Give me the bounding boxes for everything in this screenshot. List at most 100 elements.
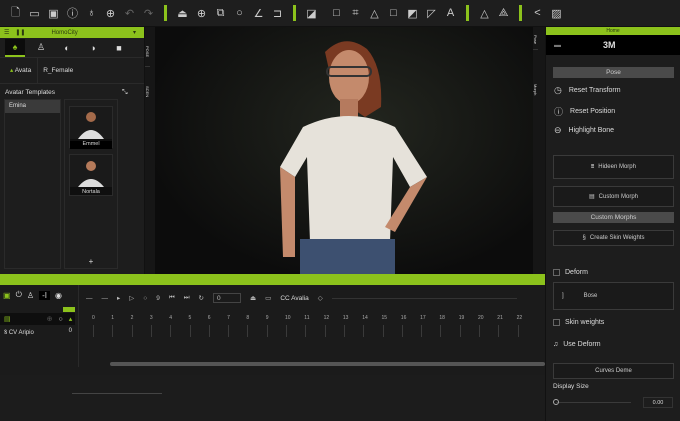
tab-camera[interactable]: ■ — [109, 39, 129, 57]
track-row[interactable]: ꝸ CV Aripio 0 — [4, 328, 72, 336]
hidden-morph-button[interactable]: ⩩ Hideen Morph — [553, 155, 674, 179]
upload-icon[interactable]: ⏏ — [250, 294, 256, 302]
checkbox[interactable] — [553, 319, 560, 326]
frame-input[interactable]: 0 — [213, 293, 241, 303]
tick-line — [247, 325, 249, 337]
triangle-light-icon[interactable]: ⟁ — [494, 4, 513, 23]
triangle-icon[interactable]: △ — [475, 4, 494, 23]
track-icon[interactable]: ▤ — [4, 315, 11, 323]
text-a-icon[interactable]: A — [441, 4, 460, 23]
minus-icon[interactable]: — — [86, 295, 93, 302]
sub-tab-female[interactable]: R_Female — [38, 67, 73, 74]
side-tab-pose[interactable]: Pose — [533, 30, 538, 50]
horizontal-scrollbar[interactable] — [110, 362, 545, 366]
tab-globe[interactable]: ◑ — [83, 39, 103, 57]
slider-handle[interactable] — [553, 399, 559, 405]
calendar-icon[interactable]: ▣ — [3, 291, 11, 300]
edit-box-icon[interactable]: ◩ — [403, 4, 422, 23]
thumb-emmel[interactable]: Emmel — [69, 106, 113, 149]
new-file-icon[interactable]: 🗋 — [6, 4, 25, 23]
checkbox[interactable] — [553, 269, 560, 276]
play-small-icon[interactable]: ▸ — [117, 294, 120, 302]
record-icon[interactable]: ◉ — [55, 291, 62, 300]
frame-icon[interactable]: ⊐ — [268, 4, 287, 23]
tick-line — [170, 325, 172, 337]
cone-icon[interactable]: △ — [365, 4, 384, 23]
tab-avatar[interactable]: ♠ — [5, 38, 25, 57]
side-tab-morph[interactable]: Morph — [533, 70, 538, 110]
image-icon[interactable]: ◪ — [302, 4, 321, 23]
reset-transform-button[interactable]: ◷ Reset Transform — [554, 85, 621, 96]
side-tab-scene[interactable]: SCEN — [145, 77, 150, 107]
tab-circle[interactable]: ◐ — [57, 39, 77, 57]
track-name: CC Avalia — [280, 294, 309, 302]
panel-menu-icon[interactable]: ☰ — [4, 29, 9, 36]
skin-weights-checkbox[interactable]: Skin weights — [553, 319, 604, 326]
key-icon[interactable]: -I — [39, 290, 50, 300]
first-frame-icon[interactable]: ⏮ — [169, 294, 175, 302]
power-icon[interactable]: ⏻ — [16, 290, 22, 300]
tick-label: 6 — [207, 315, 211, 321]
pen-icon[interactable]: ∠ — [249, 4, 268, 23]
circle-icon[interactable]: ○ — [59, 316, 63, 323]
3d-viewport[interactable] — [155, 27, 533, 274]
last-frame-icon[interactable]: ⏭ — [184, 294, 190, 302]
globe-icon[interactable]: ⊕ — [101, 4, 120, 23]
save-icon[interactable]: ▣ — [44, 4, 63, 23]
repeat-icon[interactable]: ↻ — [199, 294, 204, 302]
left-panel: ☰ ❚❚ HomoCity ▾ ♠ ♙ ◐ ◑ ■ ▴ Avata R_Fema… — [0, 27, 145, 274]
thumb-nortala[interactable]: Nortala — [69, 154, 113, 196]
collapse-icon[interactable]: ⤡ — [122, 89, 128, 97]
undo-icon[interactable]: ↶ — [120, 4, 139, 23]
display-size-input[interactable]: 0.00 — [643, 397, 673, 408]
tick-label: 5 — [188, 315, 192, 321]
bose-button[interactable]: ] Bose — [553, 282, 674, 310]
square2-icon[interactable]: □ — [384, 4, 403, 23]
slash-box-icon[interactable]: ◸ — [422, 4, 441, 23]
open-icon[interactable]: ▭ — [25, 4, 44, 23]
tick-line — [189, 325, 191, 337]
crosshair-icon[interactable]: ⊕ — [47, 315, 53, 323]
gem-icon[interactable]: ◇ — [318, 294, 323, 302]
menu-icon[interactable]: ▬ — [554, 42, 561, 49]
stamp-icon[interactable]: ⏏ — [173, 4, 192, 23]
minus-icon[interactable]: — — [102, 295, 109, 302]
info-icon[interactable]: ⓘ — [63, 4, 82, 23]
square-frame-icon[interactable]: ⌗ — [346, 4, 365, 23]
share-icon[interactable]: < — [528, 4, 547, 23]
cube-edit-icon[interactable]: ⧉ — [211, 4, 230, 23]
microphone-icon[interactable]: ♁ — [82, 4, 101, 23]
highlight-bone-button[interactable]: ⊖ Highlight Bone — [554, 125, 614, 136]
use-deform-option[interactable]: ♫ Use Deform — [553, 341, 601, 348]
pause-icon[interactable]: ❚❚ — [15, 29, 25, 36]
dropdown-icon[interactable]: ▾ — [133, 29, 136, 36]
loop-icon[interactable]: 9 — [156, 295, 160, 302]
lock-icon[interactable]: ▴ — [69, 315, 73, 323]
add-template-button[interactable]: + — [65, 257, 117, 266]
timeline-divider[interactable] — [0, 274, 545, 285]
deform-checkbox[interactable]: Deform — [553, 269, 588, 276]
timeline-scrub-bar[interactable] — [331, 297, 517, 299]
square-icon[interactable]: □ — [327, 4, 346, 23]
panel-icon[interactable]: ▨ — [547, 4, 566, 23]
create-skin-weights-button[interactable]: § Create Skin Weights — [553, 230, 674, 246]
list-item[interactable]: Emina — [5, 100, 60, 113]
stop-icon[interactable]: ○ — [143, 295, 147, 302]
play-icon[interactable]: ▷ — [129, 294, 134, 302]
button-label: Hideen Morph — [598, 164, 636, 170]
redo-icon[interactable]: ↷ — [139, 4, 158, 23]
screen-icon[interactable]: ▭ — [265, 294, 271, 302]
bottom-scrollbar[interactable] — [72, 393, 162, 394]
reset-position-button[interactable]: ⓘ Reset Position — [554, 105, 615, 118]
circle-icon[interactable]: ○ — [230, 4, 249, 23]
custom-morph-button[interactable]: ▤ Custom Morph — [553, 186, 674, 207]
person-icon[interactable]: ♙ — [27, 291, 34, 300]
display-size-slider[interactable] — [553, 399, 631, 405]
side-tab-pose[interactable]: POSE — [145, 37, 150, 67]
button-label: Custom Morph — [598, 193, 639, 200]
target-icon[interactable]: ⊕ — [192, 4, 211, 23]
range-marker[interactable] — [63, 307, 75, 312]
sub-tab-avata[interactable]: ▴ Avata — [0, 57, 39, 84]
tab-person[interactable]: ♙ — [31, 39, 51, 57]
curves-button[interactable]: Curves Deme — [553, 363, 674, 379]
